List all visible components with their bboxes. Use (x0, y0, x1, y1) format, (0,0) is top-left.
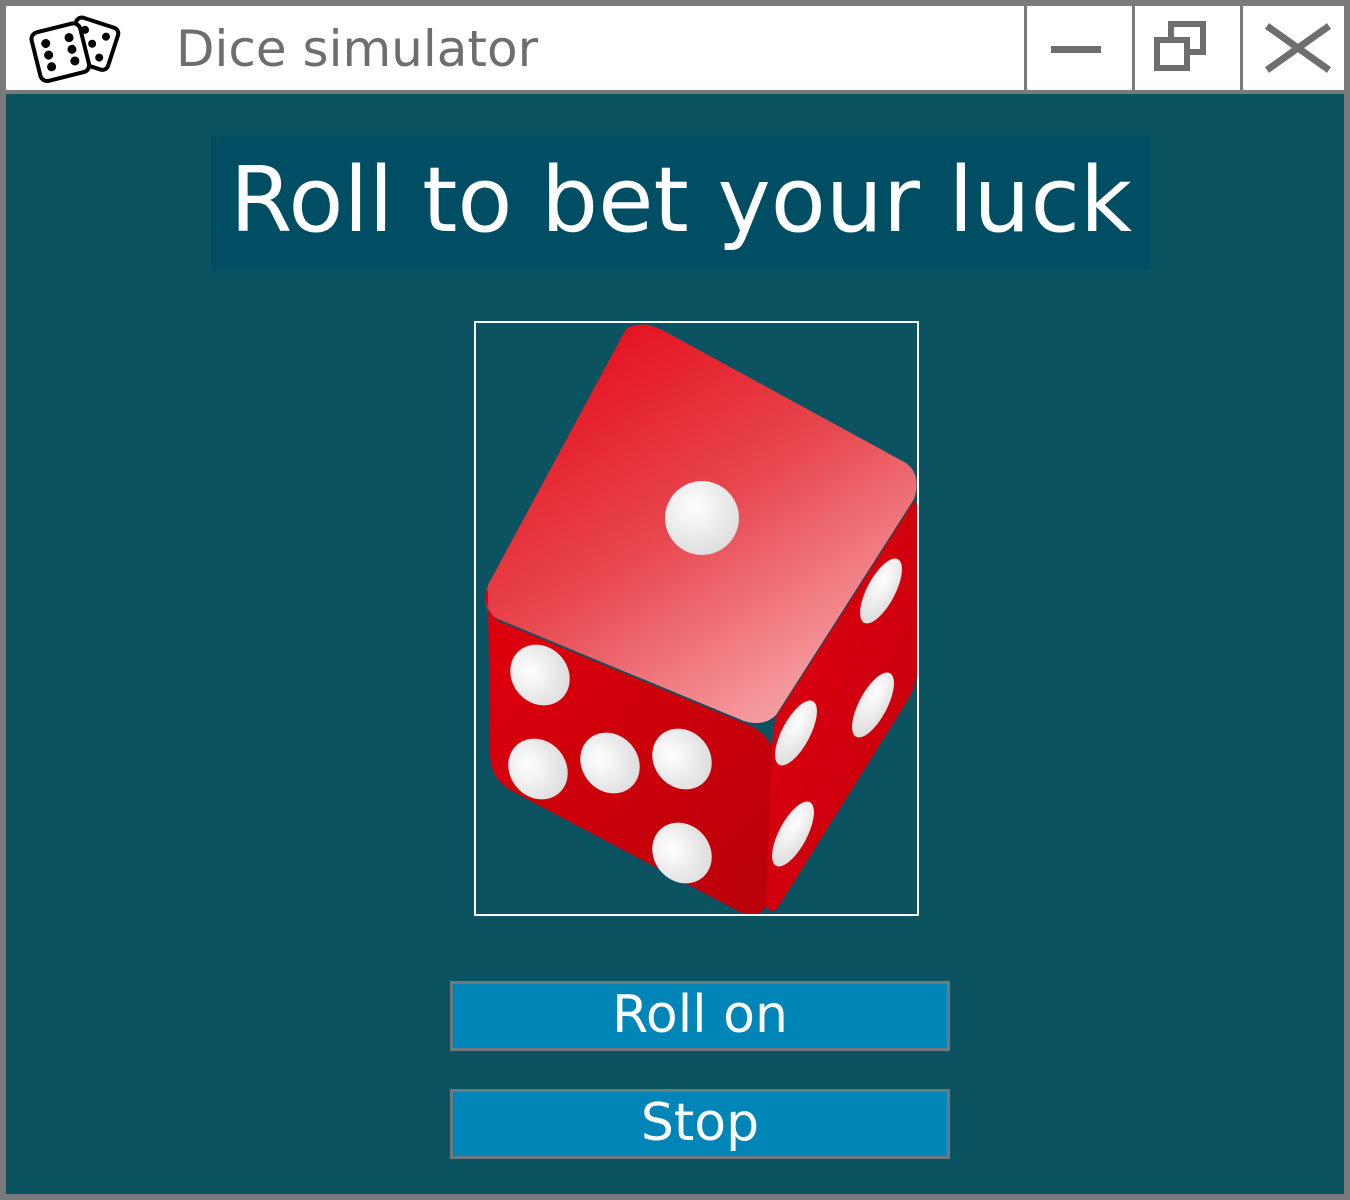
restore-icon (1154, 21, 1206, 71)
dice-frame (474, 321, 919, 916)
red-die-image (485, 324, 917, 914)
window-title: Dice simulator (176, 20, 539, 78)
close-icon (1264, 23, 1332, 73)
roll-on-button[interactable]: Roll on (450, 981, 950, 1051)
app-window: Dice simulator Roll to bet your luck Rol… (0, 0, 1350, 1200)
stop-button[interactable]: Stop (450, 1089, 950, 1159)
restore-button[interactable] (1132, 6, 1236, 90)
minimize-button[interactable] (1024, 6, 1128, 90)
dice-pair-icon (29, 15, 121, 84)
title-bar[interactable]: Dice simulator (6, 6, 1344, 94)
headline: Roll to bet your luck (211, 136, 1151, 270)
minimize-icon (1051, 46, 1101, 53)
close-button[interactable] (1240, 6, 1344, 90)
